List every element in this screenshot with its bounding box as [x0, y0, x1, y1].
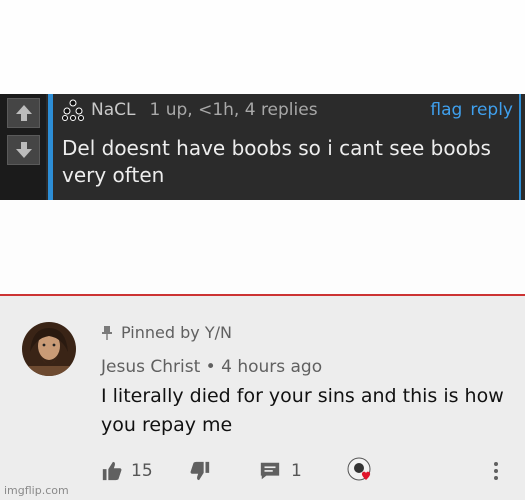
comment-body: Del doesnt have boobs so i cant see boob…	[62, 136, 491, 187]
vote-column	[0, 94, 46, 200]
thumbs-down-icon	[190, 461, 210, 481]
youtube-comment-text: I literally died for your sins and this …	[101, 385, 504, 436]
reply-link[interactable]: reply	[470, 100, 513, 120]
creator-heart	[347, 456, 375, 486]
pinned-label: Pinned by Y/N	[101, 323, 232, 342]
middle-blank-area	[0, 200, 525, 294]
thumbs-up-icon	[102, 461, 122, 481]
more-options-button[interactable]	[493, 456, 499, 486]
dislike-button[interactable]	[189, 456, 211, 486]
downvote-arrow-icon	[15, 142, 32, 158]
comment-meta: 1 up, <1h, 4 replies	[149, 100, 318, 120]
comment-header: NaCL 1 up, <1h, 4 replies	[62, 99, 318, 121]
comment-toolbar: 15 1	[101, 456, 521, 486]
like-button[interactable]: 15	[101, 456, 153, 486]
more-vert-icon	[494, 462, 498, 480]
pinned-text: Pinned by Y/N	[121, 323, 232, 342]
reply-count: 1	[291, 461, 302, 481]
youtube-comment: Pinned by Y/N Jesus Christ • 4 hours ago…	[0, 296, 525, 500]
comment-indent-bar	[48, 94, 53, 200]
comment-border-right	[519, 94, 521, 200]
comment-time[interactable]: 4 hours ago	[221, 357, 322, 377]
author-portrait-icon	[22, 322, 76, 376]
reddit-comment: NaCL 1 up, <1h, 4 replies flag reply Del …	[0, 94, 525, 200]
imgflip-watermark: imgflip.com	[4, 484, 69, 497]
pin-icon	[102, 325, 112, 340]
upvote-arrow-icon	[15, 105, 32, 121]
comment-username[interactable]: NaCL	[91, 100, 135, 120]
heart-icon	[347, 457, 371, 481]
like-count: 15	[131, 461, 153, 481]
author-name[interactable]: Jesus Christ	[101, 357, 200, 377]
comment-icon	[260, 462, 280, 480]
reply-button[interactable]: 1	[259, 456, 302, 486]
user-avatar-icon	[62, 99, 84, 121]
author-avatar[interactable]	[22, 322, 76, 376]
separator-dot: •	[205, 357, 216, 377]
top-blank-area	[0, 0, 525, 94]
upvote-button[interactable]	[7, 98, 40, 128]
downvote-button[interactable]	[7, 135, 40, 165]
flag-link[interactable]: flag	[430, 100, 462, 120]
author-line: Jesus Christ • 4 hours ago	[101, 357, 322, 377]
comment-actions: flag reply	[422, 100, 513, 120]
